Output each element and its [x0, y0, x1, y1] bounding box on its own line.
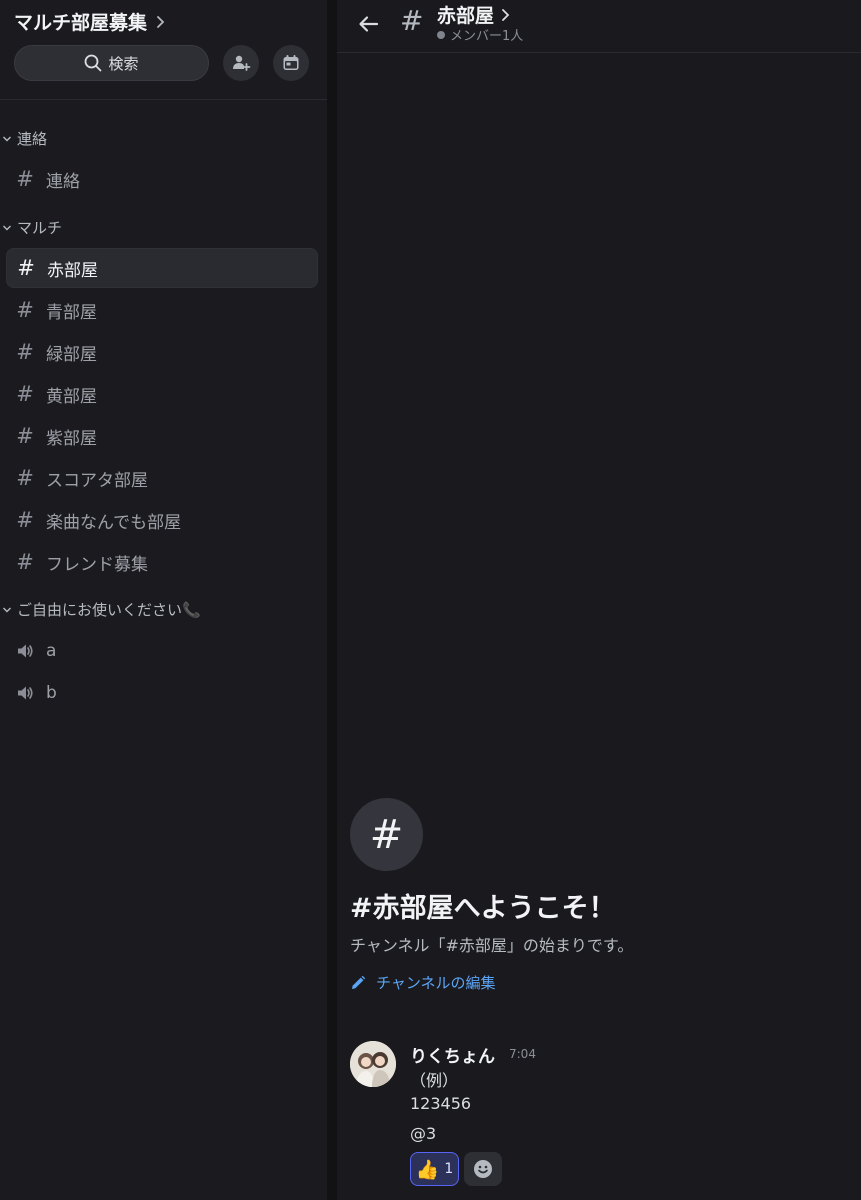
- avatar[interactable]: [350, 1041, 396, 1087]
- header-title: 赤部屋: [437, 5, 495, 27]
- channel-friend[interactable]: # フレンド募集: [6, 542, 318, 582]
- welcome-title: #赤部屋へようこそ！: [350, 893, 616, 924]
- hash-icon: #: [16, 298, 34, 322]
- welcome-hash-icon: #: [350, 798, 423, 871]
- channel-midoribeya[interactable]: # 緑部屋: [6, 332, 318, 372]
- message-line: @3: [410, 1124, 437, 1143]
- category-label: マルチ: [17, 219, 63, 237]
- pane-divider: [327, 0, 337, 1200]
- channel-sidebar: マルチ部屋募集 検索 連絡 # 連絡 マルチ # 赤部屋 # 青部屋 # 緑部屋…: [0, 0, 327, 1200]
- chevron-down-icon: [3, 136, 11, 141]
- speaker-icon: [18, 686, 33, 700]
- hash-icon: #: [16, 382, 34, 406]
- category-renraku[interactable]: 連絡: [0, 128, 47, 149]
- channel-aobeya[interactable]: # 青部屋: [6, 290, 318, 330]
- add-member-icon: [233, 55, 251, 71]
- reaction-count: 1: [444, 1161, 454, 1177]
- reaction-thumbs-up[interactable]: 👍 1: [410, 1152, 459, 1186]
- server-title[interactable]: マルチ部屋募集: [14, 8, 165, 35]
- search-button[interactable]: 検索: [14, 45, 209, 81]
- edit-channel-link[interactable]: チャンネルの編集: [350, 972, 496, 993]
- message-line: 123456: [410, 1094, 472, 1113]
- channel-renraku[interactable]: # 連絡: [6, 159, 318, 199]
- voice-channel-b[interactable]: b: [6, 673, 318, 713]
- channel-label: a: [46, 641, 57, 661]
- welcome-subtitle: チャンネル「#赤部屋」の始まりです。: [350, 936, 634, 955]
- chevron-right-icon: [157, 15, 165, 28]
- channel-label: フレンド募集: [46, 554, 148, 575]
- calendar-icon: [283, 55, 299, 70]
- status-dot-icon: [437, 30, 445, 39]
- channel-label: 紫部屋: [46, 428, 97, 449]
- hash-icon: #: [17, 256, 35, 280]
- channel-label: 緑部屋: [46, 344, 97, 365]
- channel-label: 黄部屋: [46, 386, 97, 407]
- message-line: （例）: [410, 1071, 459, 1090]
- category-free[interactable]: ご自由にお使いください📞: [0, 599, 201, 620]
- hash-icon: #: [16, 424, 34, 448]
- channel-murasakibeya[interactable]: # 紫部屋: [6, 416, 318, 456]
- message-timestamp: 7:04: [509, 1047, 536, 1061]
- speaker-icon: [18, 644, 33, 658]
- channel-scoreattack[interactable]: # スコアタ部屋: [6, 458, 318, 498]
- invite-members-button[interactable]: [223, 45, 259, 81]
- channel-label: b: [46, 683, 57, 703]
- sidebar-divider: [0, 99, 327, 100]
- events-button[interactable]: [273, 45, 309, 81]
- category-label: 連絡: [17, 130, 48, 148]
- add-reaction-button[interactable]: [464, 1152, 502, 1186]
- chevron-down-icon: [3, 225, 11, 230]
- channel-akabeya[interactable]: # 赤部屋: [6, 248, 318, 288]
- hash-icon: #: [16, 466, 34, 490]
- hash-icon: #: [16, 550, 34, 574]
- channel-view: # 赤部屋 メンバー1人 # #赤部屋へようこそ！ チャンネル「#赤部屋」の始ま…: [337, 0, 861, 1200]
- channel-label: 連絡: [46, 171, 80, 192]
- arrow-left-icon[interactable]: [356, 11, 382, 37]
- server-name: マルチ部屋募集: [14, 12, 148, 34]
- channel-kibeya[interactable]: # 黄部屋: [6, 374, 318, 414]
- search-label: 検索: [108, 54, 139, 73]
- category-label: ご自由にお使いください📞: [17, 601, 201, 619]
- channel-gakkyoku[interactable]: # 楽曲なんでも部屋: [6, 500, 318, 540]
- chevron-right-icon: [502, 8, 510, 21]
- message-author[interactable]: りくちょん: [410, 1042, 495, 1067]
- member-count: メンバー1人: [450, 29, 524, 44]
- voice-channel-a[interactable]: a: [6, 631, 318, 671]
- hash-icon: #: [16, 167, 34, 191]
- smiley-icon: [474, 1160, 492, 1178]
- pencil-icon: [352, 975, 366, 989]
- channel-header: # 赤部屋 メンバー1人: [337, 0, 861, 53]
- thumbs-up-icon: 👍: [415, 1158, 440, 1181]
- channel-label: 青部屋: [46, 302, 97, 323]
- search-icon: [85, 54, 102, 72]
- category-multi[interactable]: マルチ: [0, 217, 62, 238]
- header-channel-name[interactable]: 赤部屋: [437, 1, 510, 28]
- member-status: メンバー1人: [437, 25, 523, 44]
- hash-icon: #: [16, 340, 34, 364]
- avatar-image: [350, 1041, 396, 1087]
- hash-icon: #: [16, 508, 34, 532]
- header-hash-icon: #: [400, 4, 424, 37]
- channel-label: 楽曲なんでも部屋: [46, 512, 182, 533]
- channel-label: 赤部屋: [47, 260, 98, 281]
- channel-label: スコアタ部屋: [46, 470, 148, 491]
- chevron-down-icon: [3, 607, 11, 612]
- edit-channel-label: チャンネルの編集: [376, 974, 496, 992]
